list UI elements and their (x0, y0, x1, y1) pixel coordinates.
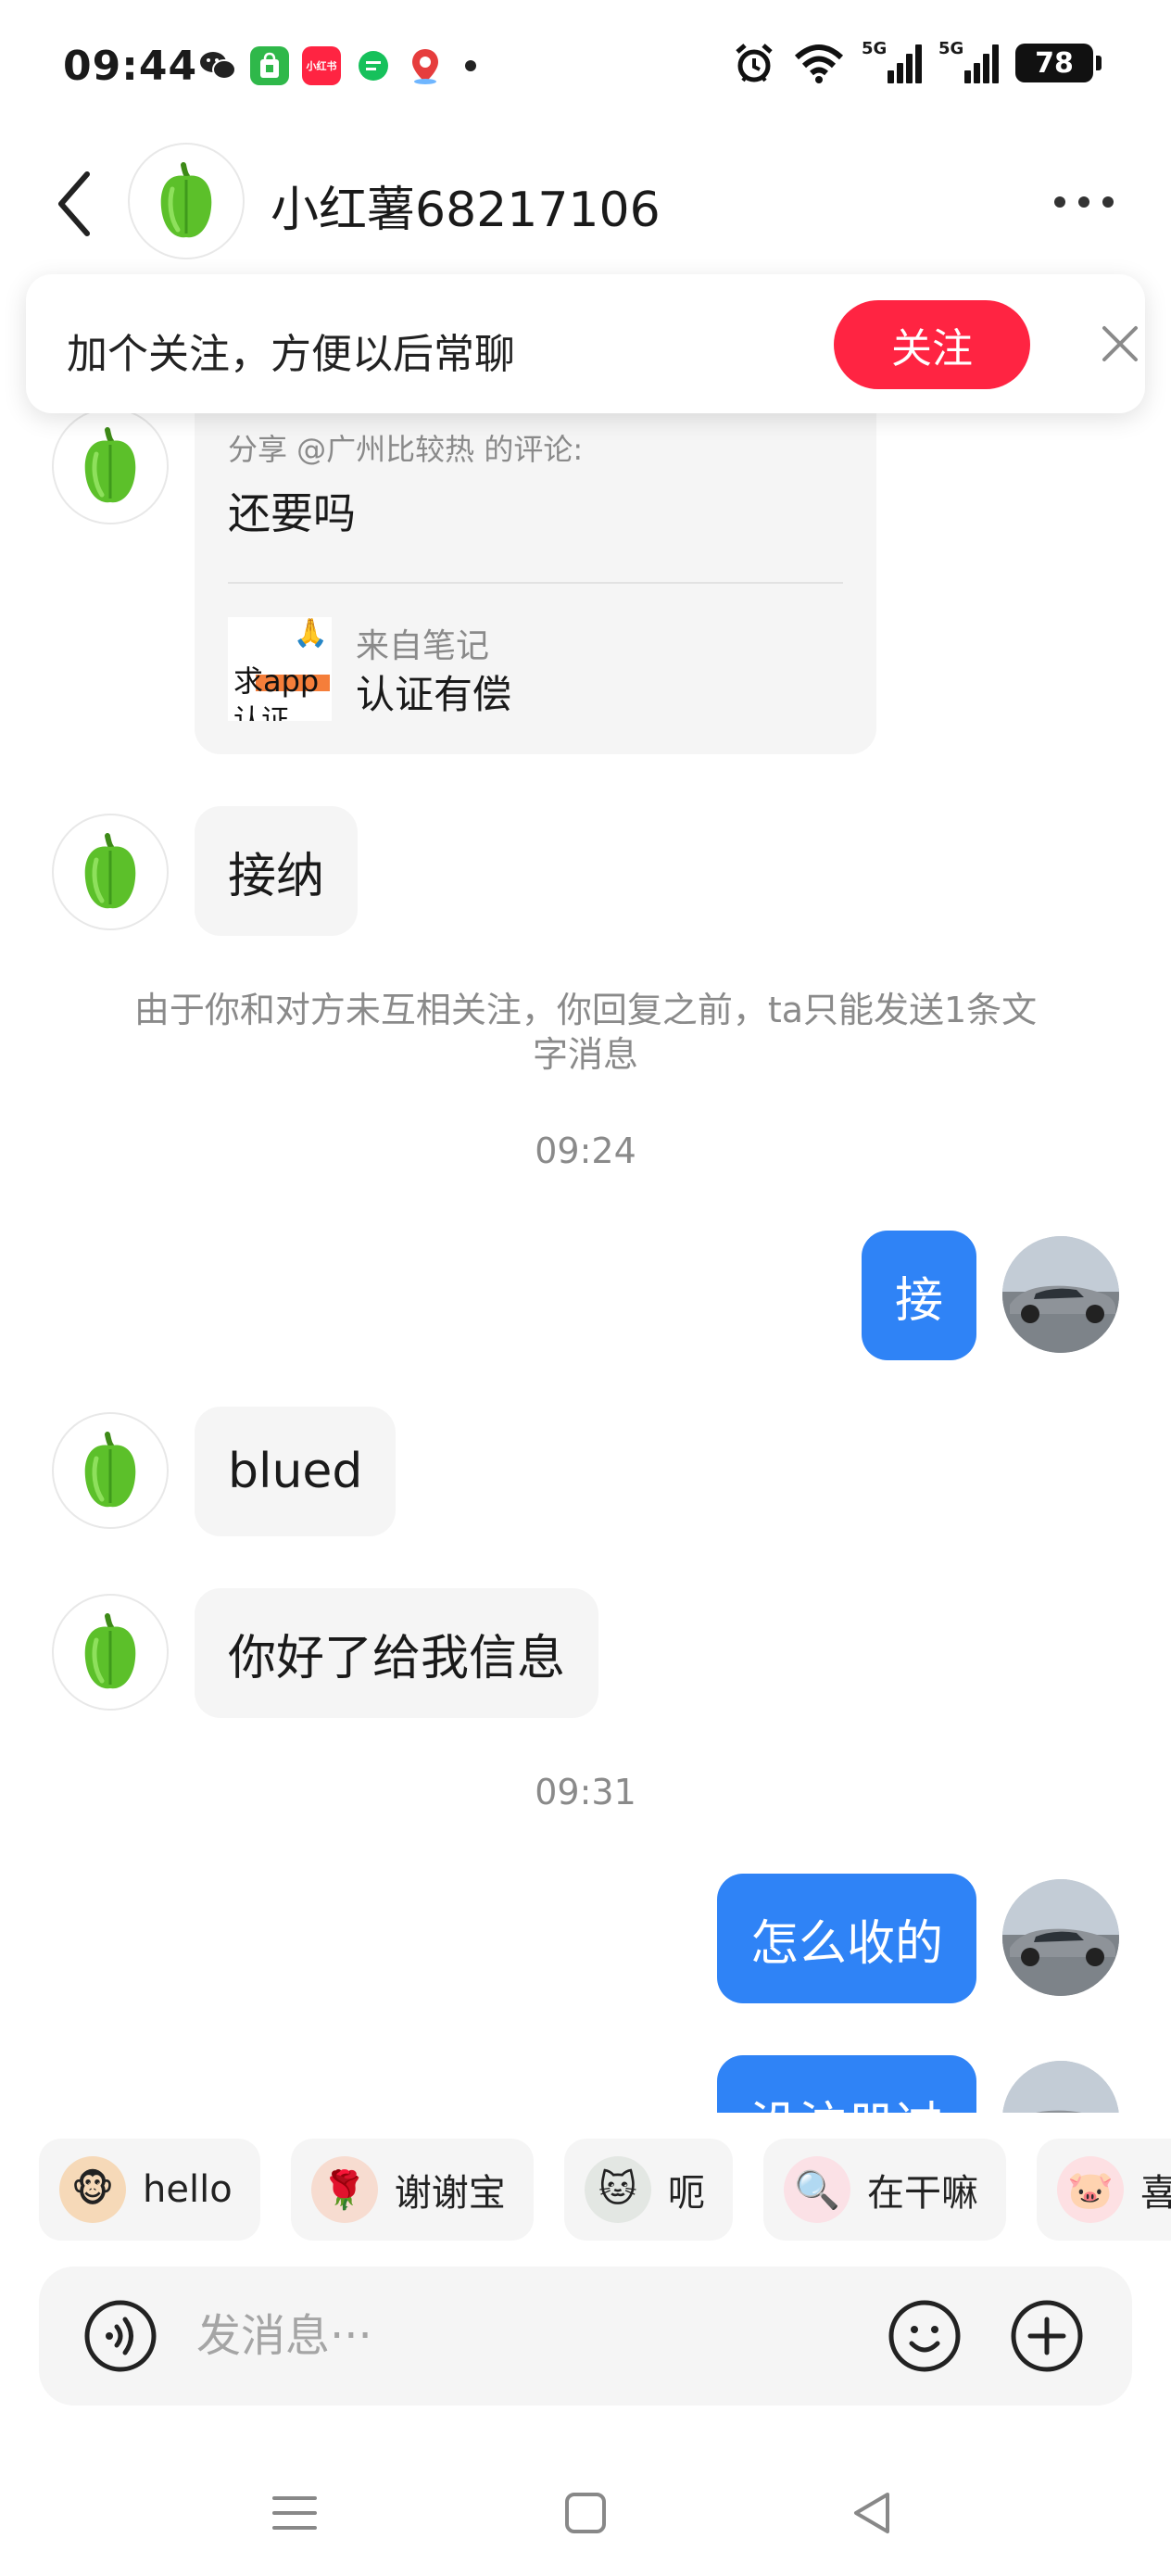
outgoing-message[interactable]: 怎么收的 (716, 1874, 976, 2003)
message-list[interactable]: 分享 @广州比较热 的评论: 还要吗 🙏 求app 认证 来自笔记 认证有偿 接… (0, 278, 1171, 2113)
wechat-icon (198, 46, 237, 85)
voice-input-icon[interactable] (83, 2299, 157, 2373)
message-input-bar (39, 2267, 1132, 2406)
xiaohongshu-icon-text: 小红书 (306, 60, 337, 72)
shared-comment-card[interactable]: 分享 @广州比较热 的评论: 还要吗 🙏 求app 认证 来自笔记 认证有偿 (195, 408, 876, 754)
emoji-icon[interactable] (888, 2299, 962, 2373)
my-avatar[interactable] (1002, 1879, 1119, 1996)
status-right: 5G 5G 78 (732, 39, 1102, 85)
wifi-icon (794, 44, 844, 83)
shared-comment-text: 还要吗 (228, 488, 356, 538)
pray-emoji: 🙏 (293, 617, 328, 650)
chat-header: 小红薯68217106 (0, 130, 1171, 278)
system-nav-bar (0, 2446, 1171, 2576)
pepper-avatar-icon (84, 427, 136, 503)
app-store-icon (250, 46, 289, 85)
share-caption: 分享 @广州比较热 的评论: (228, 432, 584, 467)
girl-rose-sticker-icon: 🌹 (310, 2156, 378, 2223)
back-arrow-icon[interactable] (52, 167, 96, 241)
car-photo-icon (1002, 2061, 1119, 2113)
status-time: 09:44 (63, 43, 198, 90)
car-photo-icon (1002, 1236, 1119, 1353)
status-bar: 09:44 小红书 5G 5G 78 (0, 0, 1171, 130)
pig-sticker-icon: 🐷 (1057, 2156, 1125, 2223)
cat-sticker-icon: 🐱 (584, 2156, 651, 2223)
quick-reply-happy[interactable]: 🐷 喜 (1037, 2139, 1171, 2241)
contact-message-avatar[interactable] (52, 814, 169, 930)
follow-banner: 加个关注，方便以后常聊 关注 (26, 274, 1145, 413)
quick-reply-bar: 🐵 hello 🌹 谢谢宝 🐱 呃 🔍 在干嘛 🐷 喜 (39, 2139, 1171, 2244)
more-notifications-dot (465, 60, 476, 71)
pepper-avatar-icon (160, 162, 212, 238)
quick-reply-hello[interactable]: 🐵 hello (39, 2139, 260, 2241)
quick-reply-label: 喜 (1140, 2172, 1171, 2215)
message-input[interactable] (196, 2304, 845, 2368)
contact-avatar[interactable] (128, 143, 245, 259)
home-nav-icon[interactable] (558, 2485, 613, 2541)
alarm-icon (736, 44, 773, 82)
more-options-icon[interactable] (1054, 196, 1114, 208)
incoming-message[interactable]: 接纳 (195, 806, 359, 936)
status-app-icons: 小红书 (198, 46, 476, 85)
my-avatar[interactable] (1002, 2061, 1119, 2113)
quick-reply-label: hello (143, 2168, 233, 2211)
close-icon[interactable] (1097, 321, 1143, 367)
location-app-icon (406, 46, 445, 85)
timestamp: 09:31 (535, 1772, 636, 1812)
contact-message-avatar[interactable] (52, 1594, 169, 1711)
timestamp: 09:24 (535, 1130, 636, 1171)
xiaohongshu-icon: 小红书 (302, 46, 341, 85)
outgoing-message[interactable]: 接 (861, 1231, 976, 1360)
note-source-label: 来自笔记 (356, 627, 490, 665)
signal-2-label: 5G (938, 39, 964, 58)
note-title: 认证有偿 (356, 672, 512, 717)
car-photo-icon (1002, 1879, 1119, 1996)
quick-reply-label: 呃 (667, 2172, 705, 2215)
follow-button[interactable]: 关注 (834, 300, 1030, 389)
contact-name: 小红薯68217106 (271, 183, 661, 238)
magnifier-sticker-icon: 🔍 (783, 2156, 850, 2223)
signal-icon-1: 5G (862, 39, 922, 83)
message-icon (354, 46, 393, 85)
thumb-text-1: 求app (233, 663, 320, 699)
card-divider (228, 582, 843, 584)
contact-message-avatar[interactable] (52, 408, 169, 524)
menu-nav-icon[interactable] (267, 2485, 322, 2541)
incoming-message[interactable]: blued (195, 1407, 397, 1536)
quick-reply-thanks[interactable]: 🌹 谢谢宝 (290, 2139, 534, 2241)
thumb-text-2: 认证 (233, 704, 289, 721)
battery-icon: 78 (1015, 44, 1102, 82)
quick-reply-doing[interactable]: 🔍 在干嘛 (762, 2139, 1006, 2241)
quick-reply-label: 谢谢宝 (394, 2172, 506, 2215)
pepper-avatar-icon (84, 833, 136, 909)
pepper-avatar-icon (84, 1613, 136, 1689)
back-nav-icon[interactable] (845, 2485, 900, 2541)
pepper-avatar-icon (84, 1432, 136, 1508)
plus-icon[interactable] (1010, 2299, 1084, 2373)
my-avatar[interactable] (1002, 1236, 1119, 1353)
note-thumbnail[interactable]: 🙏 求app 认证 (228, 617, 332, 721)
outgoing-message[interactable]: 没注册过 (716, 2055, 976, 2113)
monkey-sticker-icon: 🐵 (59, 2156, 126, 2223)
signal-icon-2: 5G (938, 39, 999, 83)
quick-reply-label: 在干嘛 (866, 2172, 978, 2215)
incoming-message[interactable]: 你好了给我信息 (195, 1588, 599, 1718)
follow-banner-text: 加个关注，方便以后常聊 (67, 331, 515, 378)
signal-1-label: 5G (862, 39, 888, 58)
quick-reply-uh[interactable]: 🐱 呃 (563, 2139, 733, 2241)
contact-message-avatar[interactable] (52, 1412, 169, 1529)
system-notice: 由于你和对方未互相关注，你回复之前，ta只能发送1条文字消息 (133, 990, 1038, 1075)
